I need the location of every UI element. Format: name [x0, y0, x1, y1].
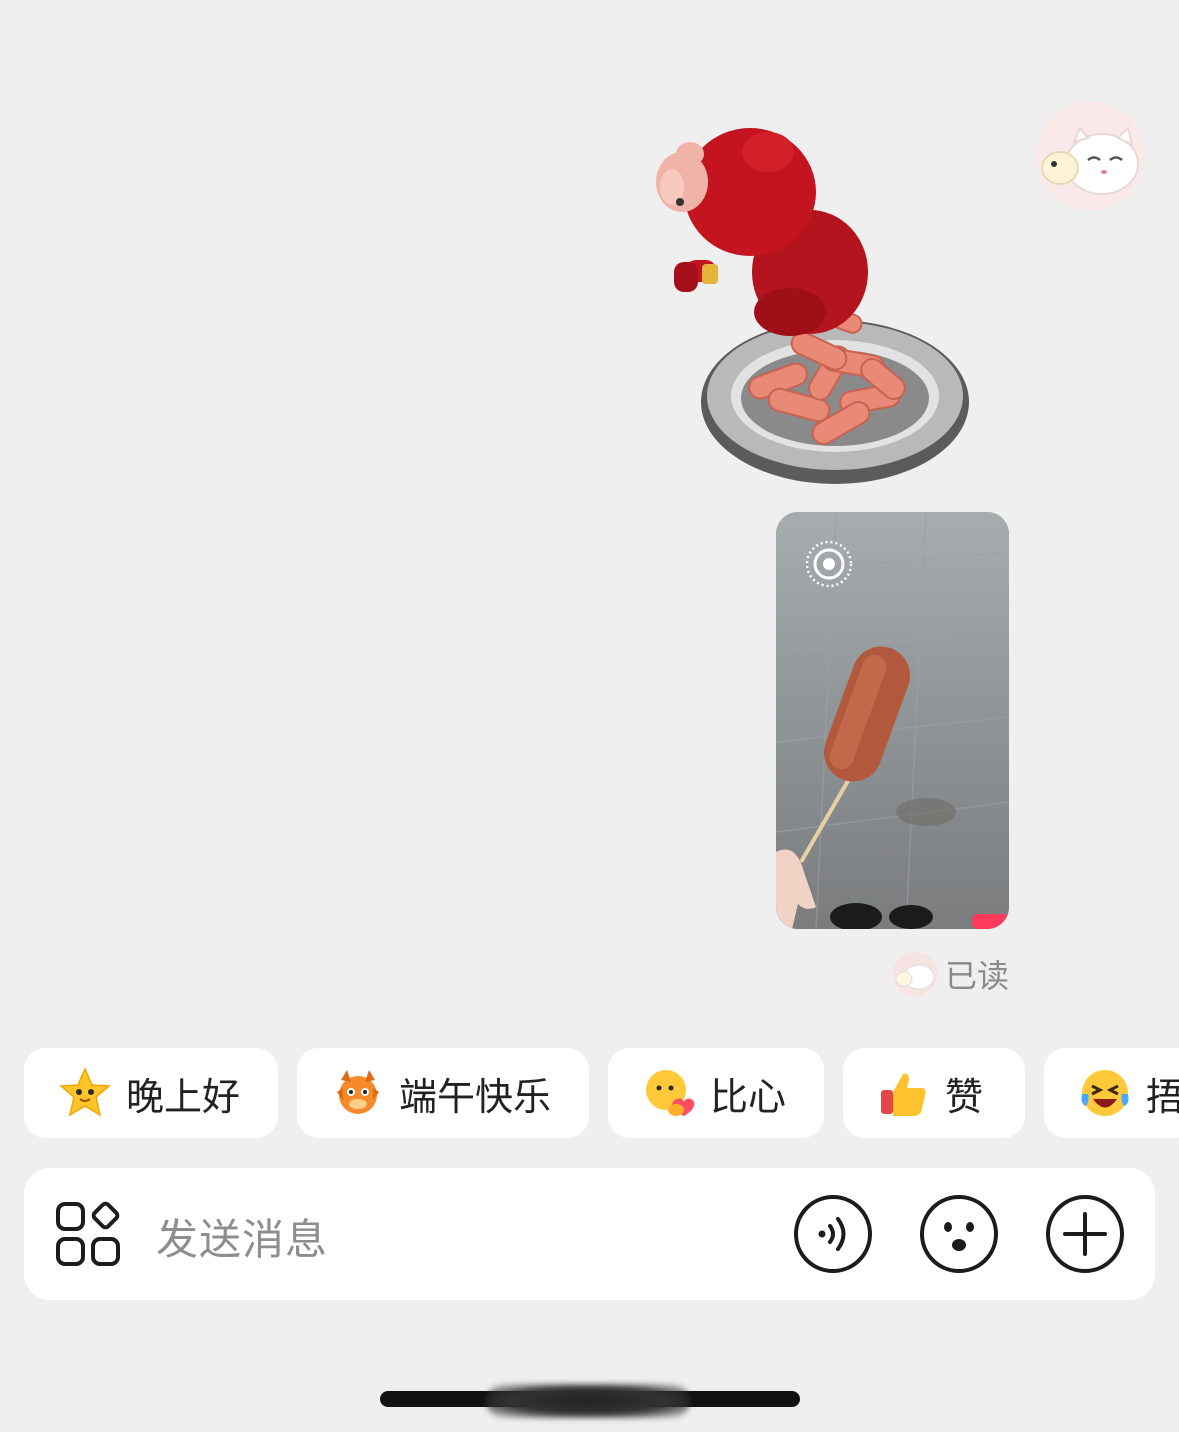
read-status-label: 已读 [944, 957, 1009, 995]
quick-reply-label: 晚上好 [126, 1074, 241, 1119]
live-photo-message[interactable] [776, 512, 1009, 929]
quick-reply-laughing[interactable]: 捂 [1044, 1048, 1179, 1138]
quick-reply-label: 捂 [1146, 1074, 1179, 1119]
emoji-face-icon[interactable] [919, 1194, 999, 1274]
message-input[interactable]: 发送消息 [156, 1206, 328, 1267]
cat-avatar-small-icon [892, 952, 937, 996]
cat-avatar-icon [1036, 102, 1144, 210]
voice-icon[interactable] [793, 1194, 873, 1274]
quick-reply-label: 比心 [710, 1074, 787, 1119]
thumbs-up-emoji [881, 1073, 926, 1116]
quick-reply-good-evening[interactable]: 晚上好 [24, 1048, 278, 1138]
message-input-bar: 发送消息 [24, 1168, 1155, 1300]
read-receipt: 已读 [892, 952, 1009, 996]
quick-reply-dragon-boat[interactable]: 端午快乐 [297, 1048, 589, 1138]
quick-reply-thumbs-up[interactable]: 赞 [843, 1048, 1025, 1138]
plus-icon[interactable] [1045, 1194, 1125, 1274]
sticker-message[interactable] [650, 112, 975, 497]
quick-reply-heart-hands[interactable]: 比心 [608, 1048, 824, 1138]
read-avatar [892, 952, 937, 996]
quick-reply-label: 赞 [945, 1074, 984, 1119]
laughing-tears-emoji [1081, 1070, 1129, 1116]
live-photo-icon[interactable] [804, 539, 854, 589]
heart-hands-emoji [646, 1070, 695, 1116]
contact-avatar[interactable] [1036, 102, 1144, 210]
quick-reply-label: 端午快乐 [399, 1074, 552, 1119]
red-pig-with-sausage-plate-sticker [656, 128, 969, 484]
quick-reply-bar: 晚上好 端午快乐 比心 赞 捂 [24, 1048, 1179, 1138]
star-face-emoji [59, 1067, 111, 1117]
redacted-overlay [486, 1384, 690, 1418]
dragon-emoji [337, 1070, 379, 1114]
apps-grid-icon[interactable] [54, 1200, 122, 1268]
